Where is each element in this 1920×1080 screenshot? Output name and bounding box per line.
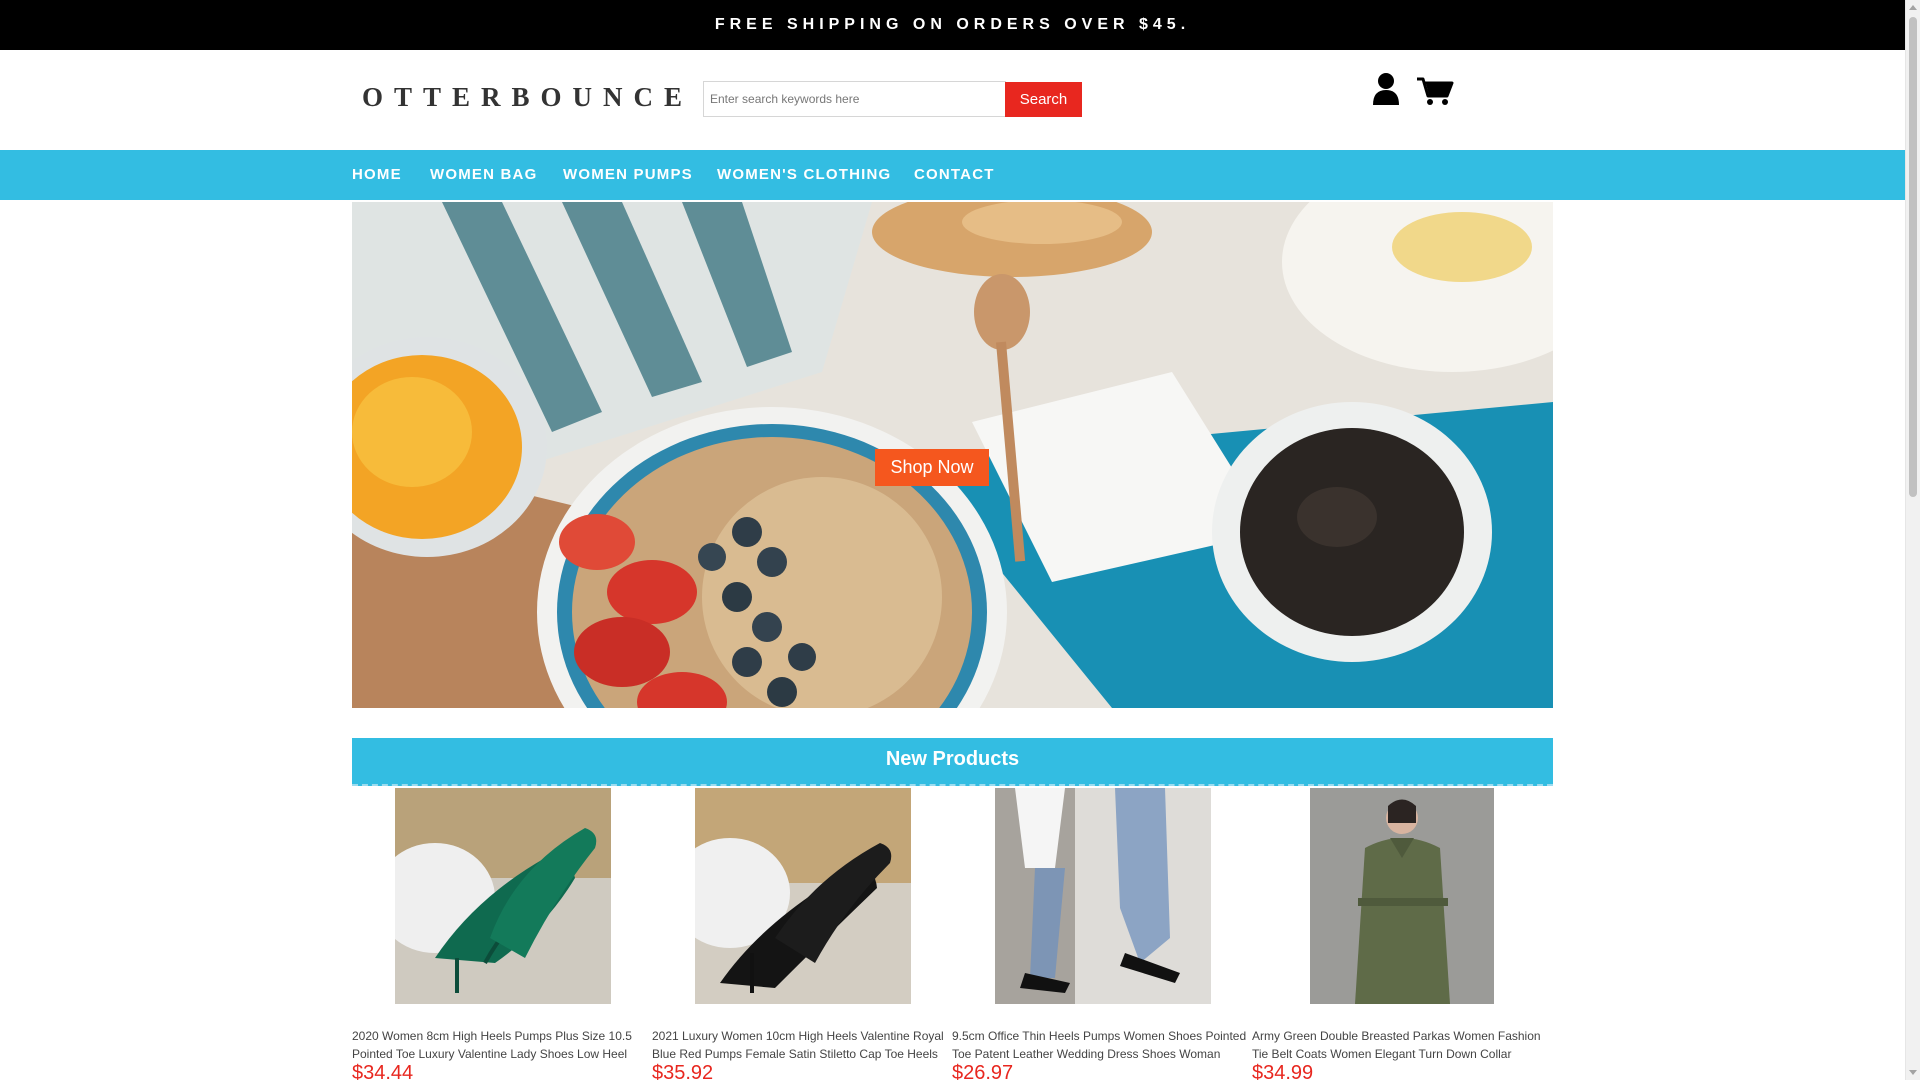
main-nav: HOME WOMEN BAG WOMEN PUMPS WOMEN'S CLOTH… <box>0 150 1905 200</box>
vertical-scrollbar[interactable] <box>1905 0 1920 1080</box>
shop-now-button[interactable]: Shop Now <box>875 449 989 486</box>
scrollbar-thumb[interactable] <box>1909 17 1917 497</box>
cart-icon[interactable] <box>1416 76 1454 106</box>
product-price: $26.97 <box>952 1062 1014 1080</box>
product-price: $34.44 <box>352 1062 414 1080</box>
product-price: $35.92 <box>652 1062 714 1080</box>
product-image[interactable] <box>695 788 911 1004</box>
page: FREE SHIPPING ON ORDERS OVER $45. OTTERB… <box>0 0 1905 1080</box>
product-title[interactable]: 2021 Luxury Women 10cm High Heels Valent… <box>652 1027 952 1063</box>
search-button[interactable]: Search <box>1005 82 1082 117</box>
nav-item-home[interactable]: HOME <box>352 150 402 200</box>
product-card[interactable]: 2021 Luxury Women 10cm High Heels Valent… <box>652 788 952 1080</box>
nav-item-womens-clothing[interactable]: WOMEN'S CLOTHING <box>717 150 891 200</box>
nav-item-women-bag[interactable]: WOMEN BAG <box>430 150 537 200</box>
product-price: $34.99 <box>1252 1062 1314 1080</box>
user-icon[interactable] <box>1371 72 1401 106</box>
new-products-heading: New Products <box>352 738 1553 786</box>
product-card[interactable]: 9.5cm Office Thin Heels Pumps Women Shoe… <box>952 788 1252 1080</box>
site-logo[interactable]: OTTERBOUNCE <box>362 82 693 113</box>
search-input[interactable] <box>703 81 1006 117</box>
hero-banner: Shop Now <box>352 202 1553 708</box>
free-shipping-banner: FREE SHIPPING ON ORDERS OVER $45. <box>0 0 1905 50</box>
product-card[interactable]: Army Green Double Breasted Parkas Women … <box>1252 788 1552 1080</box>
product-title[interactable]: 2020 Women 8cm High Heels Pumps Plus Siz… <box>352 1027 652 1063</box>
nav-item-women-pumps[interactable]: WOMEN PUMPS <box>563 150 693 200</box>
product-title[interactable]: 9.5cm Office Thin Heels Pumps Women Shoe… <box>952 1027 1252 1063</box>
product-image[interactable] <box>995 788 1211 1004</box>
header: OTTERBOUNCE Search <box>0 50 1905 150</box>
free-shipping-text: FREE SHIPPING ON ORDERS OVER $45. <box>714 16 1191 33</box>
product-image[interactable] <box>395 788 611 1004</box>
scroll-up-arrow-icon[interactable] <box>1909 5 1917 10</box>
nav-item-contact[interactable]: CONTACT <box>914 150 995 200</box>
product-image[interactable] <box>1310 788 1494 1004</box>
product-title[interactable]: Army Green Double Breasted Parkas Women … <box>1252 1027 1552 1063</box>
product-card[interactable]: 2020 Women 8cm High Heels Pumps Plus Siz… <box>352 788 652 1080</box>
scroll-down-arrow-icon[interactable] <box>1909 1070 1917 1075</box>
